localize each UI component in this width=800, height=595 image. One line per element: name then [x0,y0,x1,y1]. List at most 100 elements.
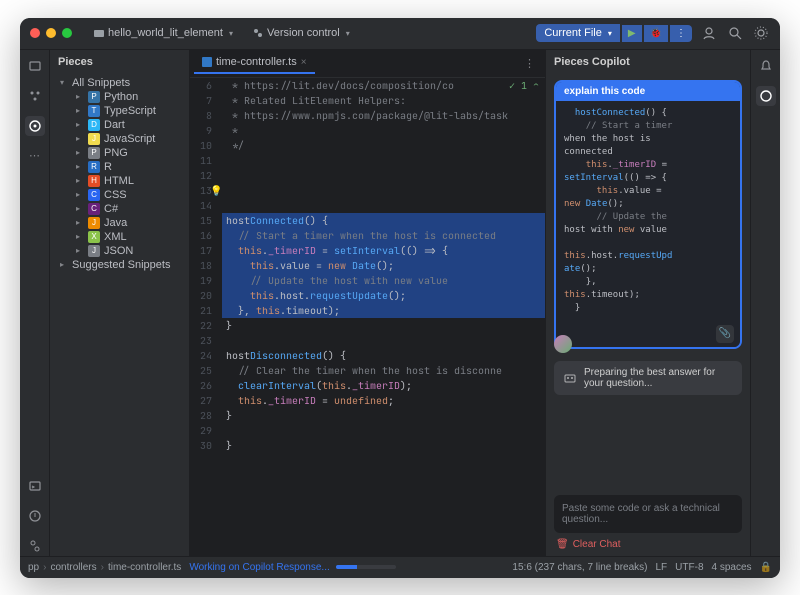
vcs-tool-icon[interactable] [25,536,45,556]
line-separator[interactable]: LF [656,562,668,573]
problems-tool-icon[interactable] [25,506,45,526]
copilot-input[interactable]: Paste some code or ask a technical quest… [554,495,742,533]
minimize-window-icon[interactable] [46,28,56,38]
cursor-position[interactable]: 15:6 (237 chars, 7 line breaks) [512,562,647,573]
search-icon[interactable] [726,24,744,42]
code-line[interactable]: hostDisconnected() { [222,348,545,363]
code-line[interactable]: * Related LitElement Helpers: [222,93,545,108]
right-tool-rail [750,50,780,556]
indent-setting[interactable]: 4 spaces [712,562,752,573]
code-line[interactable]: } [222,438,545,453]
tab-label: time-controller.ts [216,56,297,68]
code-line[interactable]: // Update the host with new value [222,273,545,288]
code-line[interactable]: 💡 [222,183,545,198]
attachment-icon[interactable]: 📎 [716,325,734,343]
close-tab-icon[interactable]: × [301,57,307,68]
code-line[interactable]: hostConnected() { [222,213,545,228]
code-editor[interactable]: 6789101112131415161718192021222324252627… [190,78,545,556]
trash-icon: 🗑 [556,539,569,550]
project-name: hello_world_lit_element [108,27,223,39]
tree-item-javascript[interactable]: ▸JJavaScript [54,132,185,146]
breadcrumb[interactable]: pp›controllers›time-controller.ts [28,562,181,573]
structure-tool-icon[interactable] [25,86,45,106]
editor-tab[interactable]: time-controller.ts × [194,52,315,74]
copilot-title: Pieces Copilot [554,56,630,68]
tree-item-css[interactable]: ▸CCSS [54,188,185,202]
clear-chat-button[interactable]: 🗑 Clear Chat [546,537,750,556]
crumb[interactable]: controllers [50,562,96,573]
file-encoding[interactable]: UTF-8 [675,562,703,573]
copilot-status-row: Preparing the best answer for your quest… [554,361,742,395]
code-text[interactable]: ✓ 1 ⌃ * https://lit.dev/docs/composition… [218,78,545,556]
code-line[interactable] [222,168,545,183]
terminal-tool-icon[interactable] [25,476,45,496]
code-line[interactable] [222,153,545,168]
code-line[interactable]: */ [222,138,545,153]
pieces-tool-icon[interactable] [25,116,45,136]
notifications-icon[interactable] [756,56,776,76]
window-controls [30,28,72,38]
vcs-dropdown[interactable]: Version control [247,25,356,41]
sidebar-title: Pieces [50,50,189,74]
debug-button[interactable]: 🐞 [644,25,668,42]
code-line[interactable]: }, this.timeout); [222,303,545,318]
tree-group-suggested[interactable]: ▸Suggested Snippets [54,258,185,272]
code-line[interactable]: * https://www.npmjs.com/package/@lit-lab… [222,108,545,123]
copilot-status-text: Preparing the best answer for your quest… [584,367,734,389]
left-tool-rail: ⋯ [20,50,50,556]
code-line[interactable]: * [222,123,545,138]
tree-item-json[interactable]: ▸JJSON [54,244,185,258]
more-tool-icon[interactable]: ⋯ [25,146,45,166]
tree-item-python[interactable]: ▸PPython [54,90,185,104]
run-button[interactable]: ▶ [622,25,642,42]
copilot-tool-icon[interactable] [756,86,776,106]
vcs-label: Version control [267,27,340,39]
tree-item-html[interactable]: ▸HHTML [54,174,185,188]
intention-bulb-icon[interactable]: 💡 [210,183,222,198]
code-line[interactable]: } [222,408,545,423]
background-task[interactable]: Working on Copilot Response... [189,562,395,573]
tree-item-dart[interactable]: ▸DDart [54,118,185,132]
run-more-button[interactable]: ⋮ [670,25,692,42]
tree-item-java[interactable]: ▸JJava [54,216,185,230]
status-bar: pp›controllers›time-controller.ts Workin… [20,556,780,578]
code-line[interactable]: // Start a timer when the host is connec… [222,228,545,243]
readonly-lock-icon[interactable]: 🔒 [760,562,772,573]
bubble-title: explain this code [556,82,740,101]
crumb[interactable]: time-controller.ts [108,562,181,573]
settings-icon[interactable] [752,24,770,42]
account-icon[interactable] [700,24,718,42]
tree-item-png[interactable]: ▸PPNG [54,146,185,160]
code-line[interactable]: this.host.requestUpdate(); [222,288,545,303]
project-tool-icon[interactable] [25,56,45,76]
tree-item-r[interactable]: ▸RR [54,160,185,174]
tree-item-xml[interactable]: ▸XXML [54,230,185,244]
code-line[interactable]: this._timerID = setInterval(() => { [222,243,545,258]
code-line[interactable]: clearInterval(this._timerID); [222,378,545,393]
maximize-window-icon[interactable] [62,28,72,38]
editor-tabbar: time-controller.ts × ⋮ [190,50,545,78]
snippet-tree[interactable]: ▾All Snippets▸PPython▸TTypeScript▸DDart▸… [50,74,189,274]
ide-window: hello_world_lit_element Version control … [20,18,780,578]
crumb[interactable]: pp [28,562,39,573]
project-dropdown[interactable]: hello_world_lit_element [88,25,239,41]
code-line[interactable]: * https://lit.dev/docs/composition/co [222,78,545,93]
tree-group-all[interactable]: ▾All Snippets [54,76,185,90]
code-line[interactable]: this._timerID = undefined; [222,393,545,408]
code-line[interactable]: this.value = new Date(); [222,258,545,273]
ts-file-icon [202,57,212,67]
tab-more-icon[interactable]: ⋮ [518,57,541,70]
code-line[interactable] [222,198,545,213]
bot-icon [562,368,578,388]
code-line[interactable]: } [222,318,545,333]
run-config-dropdown[interactable]: Current File [536,24,619,42]
tree-item-typescript[interactable]: ▸TTypeScript [54,104,185,118]
close-window-icon[interactable] [30,28,40,38]
tree-item-c#[interactable]: ▸CC# [54,202,185,216]
branch-icon [253,28,263,38]
editor-area: time-controller.ts × ⋮ 67891011121314151… [190,50,545,556]
code-line[interactable] [222,333,545,348]
gutter: 6789101112131415161718192021222324252627… [190,78,218,556]
code-line[interactable]: // Clear the timer when the host is disc… [222,363,545,378]
code-line[interactable] [222,423,545,438]
